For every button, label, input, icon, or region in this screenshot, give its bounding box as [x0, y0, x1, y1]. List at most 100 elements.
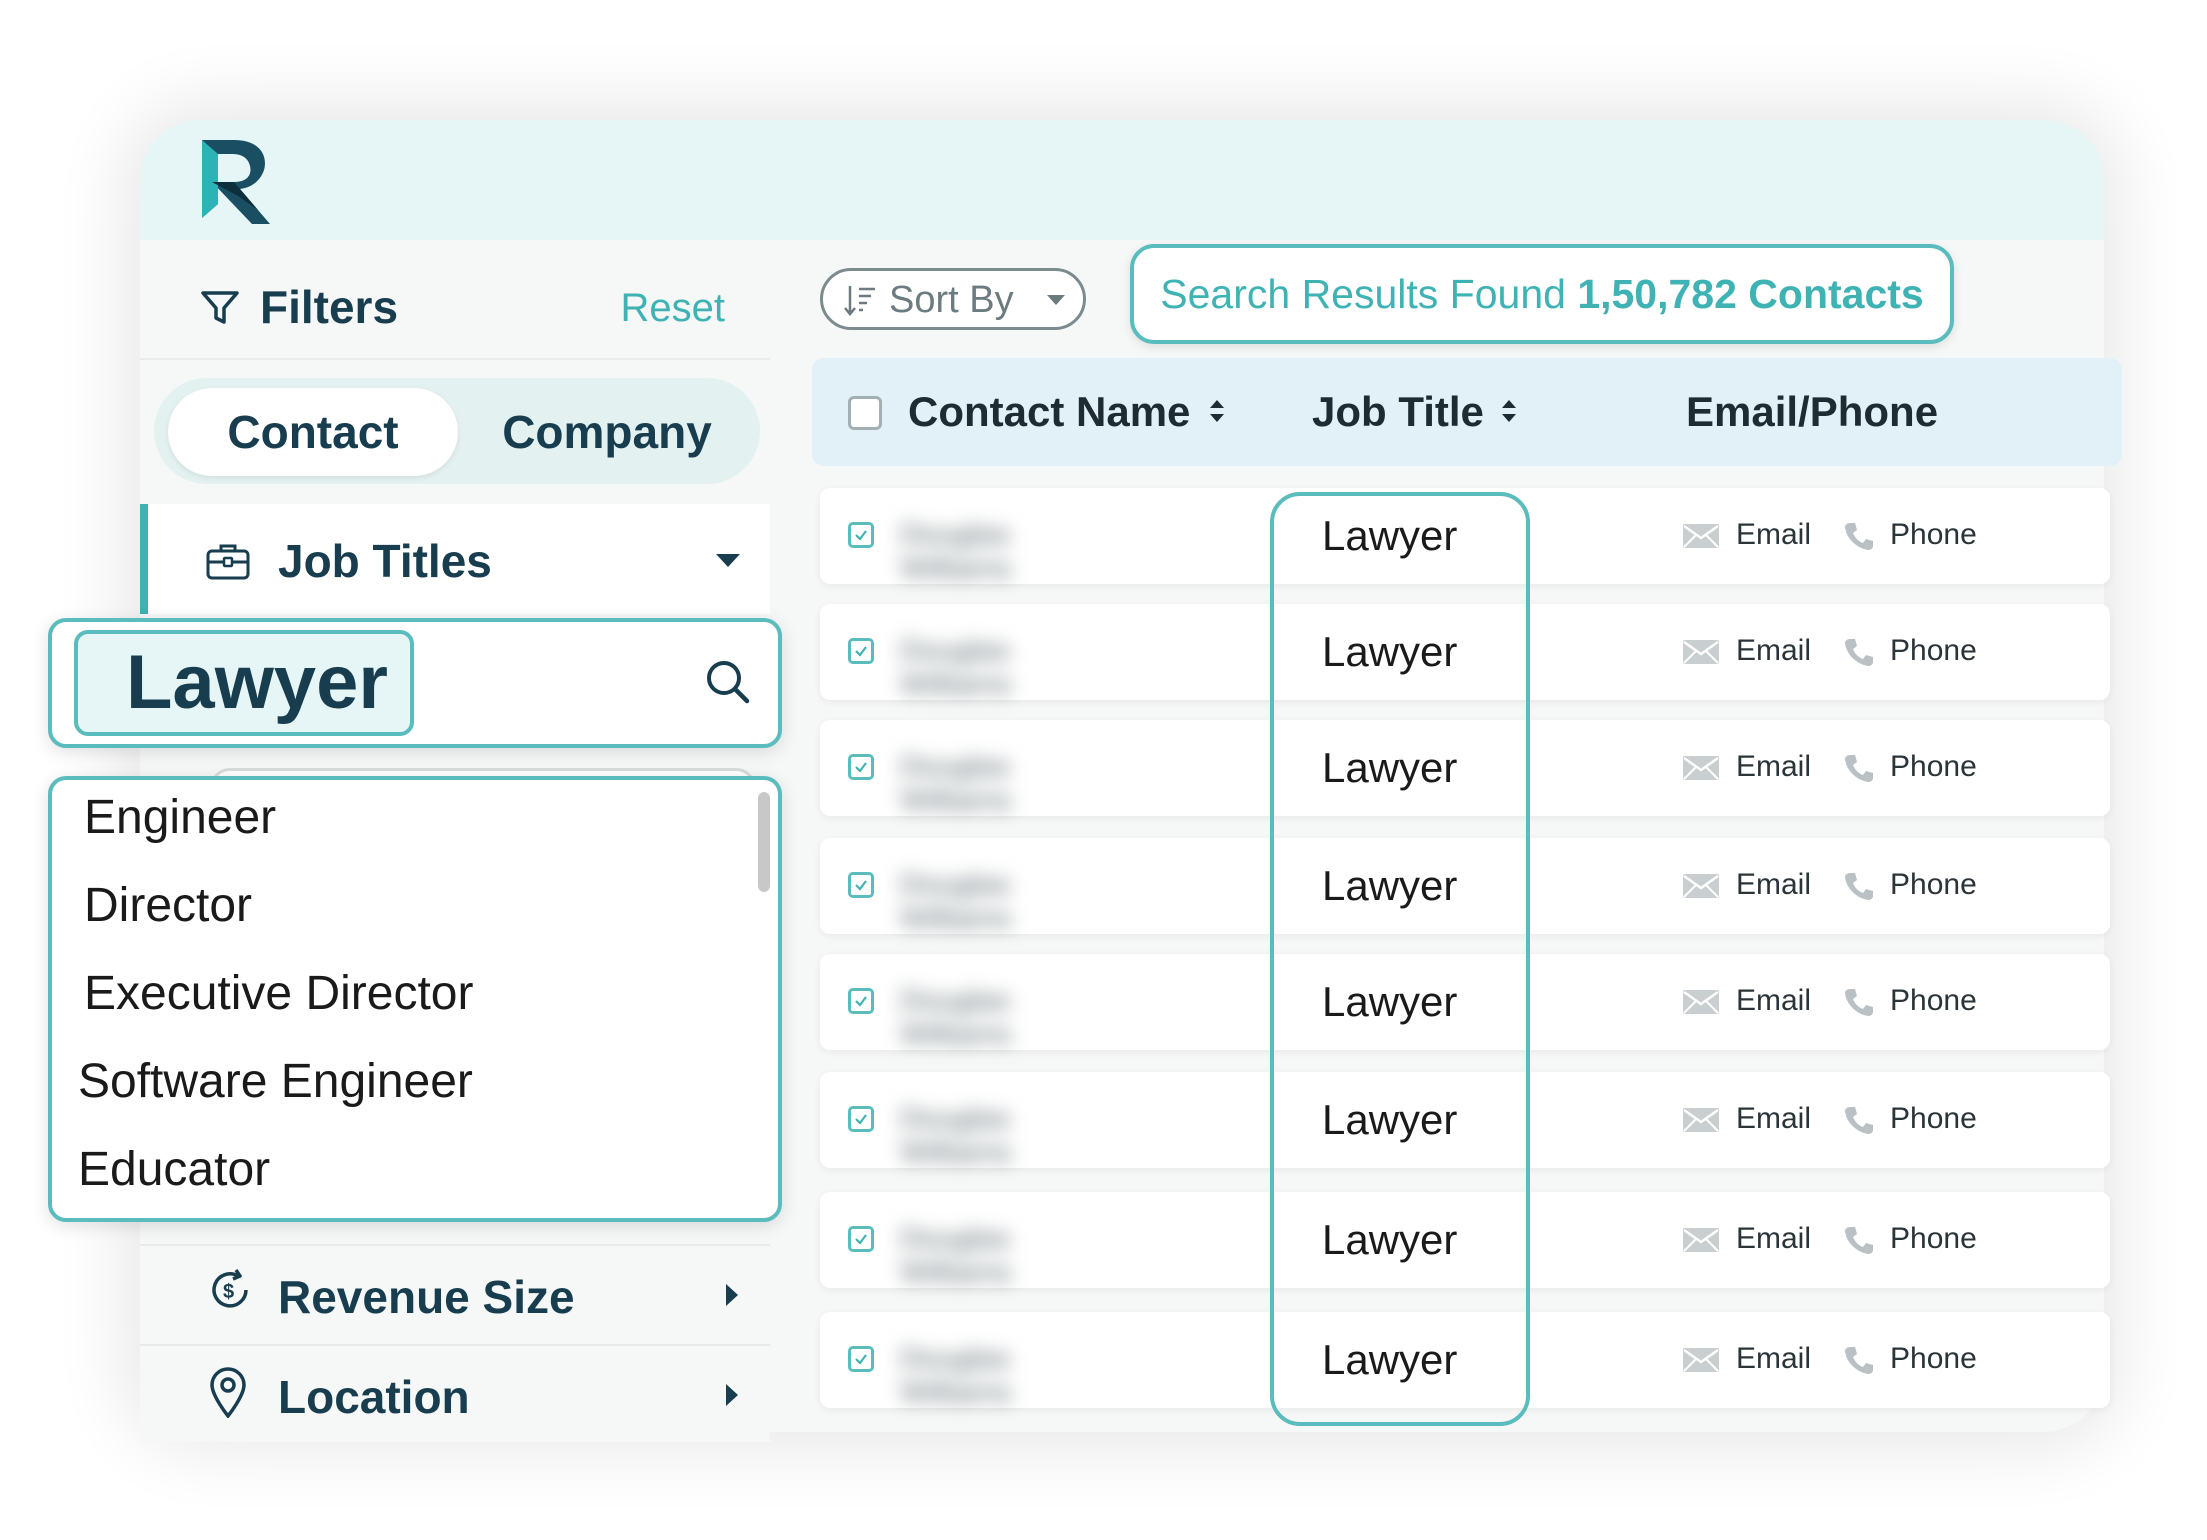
sort-by-dropdown[interactable]: Sort By — [820, 268, 1086, 330]
phone-icon — [1845, 639, 1873, 667]
checkbox-icon — [855, 996, 867, 1007]
email-label: Email — [1736, 984, 1812, 1017]
contact-name: Douglas Williams — [900, 1102, 1012, 1169]
option-executive-director[interactable]: Executive Director — [84, 966, 473, 1021]
job-title-options-list[interactable]: Engineer Director Executive Director Sof… — [48, 776, 782, 1222]
email-label: Email — [1736, 1222, 1812, 1255]
row-checkbox[interactable] — [848, 988, 874, 1014]
row-checkbox[interactable] — [848, 872, 874, 898]
contact-name: Douglas Williams — [900, 634, 1012, 701]
section-job-titles[interactable]: Job Titles — [140, 504, 770, 614]
column-header-job-title[interactable]: Job Title — [1312, 388, 1484, 436]
contact-name-blurred: Douglas Williams — [900, 634, 1120, 701]
sort-lines-icon — [844, 286, 875, 316]
email-action[interactable]: Email — [1682, 1342, 1811, 1376]
job-title-column-highlight — [1270, 492, 1530, 1426]
checkbox-icon — [855, 880, 867, 891]
contact-name: Douglas Williams — [900, 868, 1012, 935]
reset-button[interactable]: Reset — [621, 286, 726, 331]
svg-text:$: $ — [223, 1281, 234, 1303]
phone-label: Phone — [1890, 984, 1977, 1017]
sort-toggle-icon[interactable] — [1208, 396, 1226, 426]
chevron-right-icon[interactable] — [726, 1384, 738, 1406]
list-scrollbar[interactable] — [758, 792, 770, 892]
phone-action[interactable]: Phone — [1844, 750, 1977, 784]
email-envelope-icon — [1683, 524, 1719, 549]
phone-label: Phone — [1890, 750, 1977, 783]
phone-action[interactable]: Phone — [1844, 634, 1977, 668]
option-software-engineer[interactable]: Software Engineer — [78, 1054, 473, 1109]
phone-icon — [1845, 1107, 1873, 1135]
row-checkbox[interactable] — [848, 1226, 874, 1252]
email-action[interactable]: Email — [1682, 750, 1811, 784]
location-pin-icon — [210, 1367, 246, 1418]
section-label-location: Location — [278, 1371, 470, 1423]
search-icon[interactable] — [704, 658, 752, 706]
email-action[interactable]: Email — [1682, 634, 1811, 668]
contact-name: Douglas Williams — [900, 1342, 1012, 1409]
phone-action[interactable]: Phone — [1844, 984, 1977, 1018]
row-checkbox[interactable] — [848, 754, 874, 780]
brand-logo — [202, 140, 270, 224]
row-checkbox[interactable] — [848, 1346, 874, 1372]
phone-icon — [1845, 523, 1873, 551]
option-engineer[interactable]: Engineer — [84, 790, 276, 845]
email-action[interactable]: Email — [1682, 984, 1811, 1018]
contact-name-blurred: Douglas Williams — [900, 984, 1120, 1051]
contact-name: Douglas Williams — [900, 750, 1012, 817]
section-location[interactable]: Location — [140, 1344, 770, 1442]
row-checkbox[interactable] — [848, 638, 874, 664]
active-section-accent — [140, 504, 148, 614]
sort-toggle-icon[interactable] — [1500, 396, 1518, 426]
row-checkbox[interactable] — [848, 522, 874, 548]
email-envelope-icon — [1683, 1228, 1719, 1253]
email-action[interactable]: Email — [1682, 1222, 1811, 1256]
contact-name: Douglas Williams — [900, 1222, 1012, 1289]
results-count-banner: Search Results Found 1,50,782 Contacts — [1130, 244, 1954, 344]
phone-action[interactable]: Phone — [1844, 868, 1977, 902]
tab-company[interactable]: Company — [462, 388, 752, 476]
job-title-search-box[interactable]: Lawyer — [48, 618, 782, 748]
option-educator[interactable]: Educator — [78, 1142, 270, 1197]
tab-contact[interactable]: Contact — [168, 388, 458, 476]
phone-icon — [1845, 1347, 1873, 1375]
contact-name: Douglas Williams — [900, 518, 1012, 585]
phone-action[interactable]: Phone — [1844, 1342, 1977, 1376]
briefcase-icon — [206, 544, 250, 580]
email-action[interactable]: Email — [1682, 518, 1811, 552]
phone-label: Phone — [1890, 868, 1977, 901]
sort-by-label: Sort By — [889, 279, 1014, 321]
email-envelope-icon — [1683, 874, 1719, 899]
checkbox-icon — [855, 1234, 867, 1245]
email-envelope-icon — [1683, 1348, 1719, 1373]
email-action[interactable]: Email — [1682, 868, 1811, 902]
chevron-down-icon — [1047, 295, 1065, 305]
column-header-email-phone: Email/Phone — [1686, 388, 1939, 435]
section-label-job-titles: Job Titles — [278, 535, 492, 587]
results-count: 1,50,782 Contacts — [1577, 271, 1924, 317]
column-header-contact-name[interactable]: Contact Name — [908, 388, 1190, 436]
table-header: Contact Name Job Title Email/Phone — [812, 358, 2122, 466]
checkbox-icon — [855, 1354, 867, 1365]
chevron-down-icon[interactable] — [716, 554, 740, 567]
email-envelope-icon — [1683, 756, 1719, 781]
phone-label: Phone — [1890, 518, 1977, 551]
search-input[interactable]: Lawyer — [74, 630, 414, 736]
section-revenue-size[interactable]: $ Revenue Size — [140, 1244, 770, 1342]
filters-header: Filters Reset — [140, 240, 770, 360]
contact-name: Douglas Williams — [900, 984, 1012, 1051]
contact-name-blurred: Douglas Williams — [900, 1102, 1120, 1169]
results-prefix: Search Results Found — [1160, 271, 1578, 317]
option-director[interactable]: Director — [84, 878, 252, 933]
contact-name-blurred: Douglas Williams — [900, 868, 1120, 935]
row-checkbox[interactable] — [848, 1106, 874, 1132]
phone-icon — [1845, 755, 1873, 783]
phone-action[interactable]: Phone — [1844, 1102, 1977, 1136]
chevron-right-icon[interactable] — [726, 1284, 738, 1306]
phone-action[interactable]: Phone — [1844, 1222, 1977, 1256]
select-all-checkbox[interactable] — [848, 396, 882, 430]
checkbox-icon — [855, 646, 867, 657]
email-action[interactable]: Email — [1682, 1102, 1811, 1136]
phone-label: Phone — [1890, 1102, 1977, 1135]
phone-action[interactable]: Phone — [1844, 518, 1977, 552]
